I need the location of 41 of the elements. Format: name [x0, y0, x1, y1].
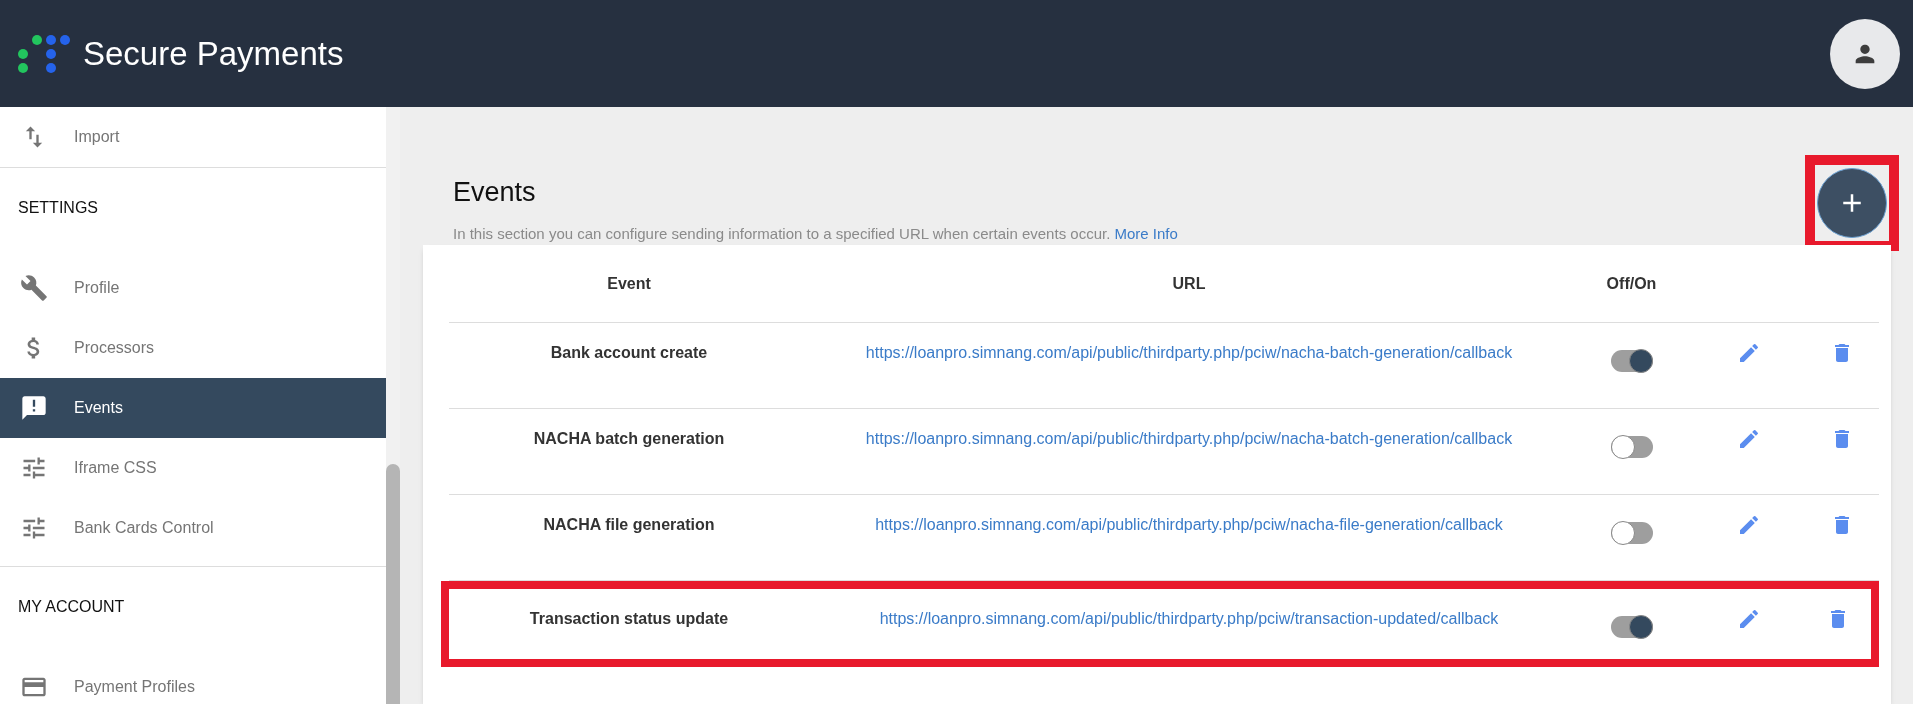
toggle-switch[interactable]	[1610, 521, 1653, 545]
sidebar-item[interactable]: Events	[0, 378, 386, 438]
event-name: NACHA batch generation	[533, 429, 725, 449]
sidebar-item[interactable]: Payment Profiles	[0, 657, 386, 704]
scrollbar-thumb[interactable]	[386, 464, 400, 704]
column-header: Event	[607, 273, 651, 294]
alert-message-icon	[20, 394, 48, 422]
sidebar-item[interactable]: Processors	[0, 318, 386, 378]
event-name: Bank account create	[550, 343, 708, 363]
sidebar-item[interactable]: Import	[0, 107, 386, 167]
page-description: In this section you can configure sending information to a specified URL when certain events occur. More Info	[453, 223, 1178, 244]
toggle-switch[interactable]	[1610, 349, 1653, 373]
toggle-switch[interactable]	[1610, 615, 1653, 639]
sidebar-item[interactable]: Iframe CSS	[0, 438, 386, 498]
more-info-link[interactable]: More Info	[1114, 224, 1178, 242]
pencil-icon	[1737, 607, 1761, 631]
event-name: NACHA file generation	[543, 515, 715, 535]
logo-icon	[17, 33, 71, 74]
add-button[interactable]	[1817, 168, 1887, 238]
section-heading: MY ACCOUNT	[17, 597, 126, 617]
brand-name: Secure Payments	[83, 33, 344, 74]
wrench-icon	[20, 274, 48, 302]
callback-url-link[interactable]: https://loanpro.simnang.com/api/public/thirdparty.php/pciw/nacha-batch-generation/callback	[865, 341, 1513, 365]
callback-url-link[interactable]: https://loanpro.simnang.com/api/public/thirdparty.php/pciw/transaction-updated/callback	[879, 607, 1499, 631]
edit-button[interactable]	[1737, 513, 1761, 537]
pencil-icon	[1737, 427, 1761, 451]
callback-url-link[interactable]: https://loanpro.simnang.com/api/public/thirdparty.php/pciw/nacha-batch-generation/callback	[865, 427, 1513, 451]
edit-button[interactable]	[1737, 427, 1761, 451]
sidebar-item[interactable]: Bank Cards Control	[0, 498, 386, 558]
sidebar-item[interactable]: Profile	[0, 258, 386, 318]
callback-url-link[interactable]: https://loanpro.simnang.com/api/public/thirdparty.php/pciw/nacha-file-generation/callback	[875, 513, 1503, 537]
pencil-icon	[1737, 341, 1761, 365]
event-name: Transaction status update	[529, 609, 729, 629]
toggle-switch[interactable]	[1610, 435, 1653, 459]
page-title: Events	[453, 176, 537, 209]
column-header: URL	[1172, 273, 1206, 294]
column-header: Off/On	[1606, 273, 1657, 294]
pencil-icon	[1737, 513, 1761, 537]
edit-button[interactable]	[1737, 341, 1761, 365]
section-heading: SETTINGS	[17, 198, 99, 218]
edit-button[interactable]	[1737, 607, 1761, 631]
